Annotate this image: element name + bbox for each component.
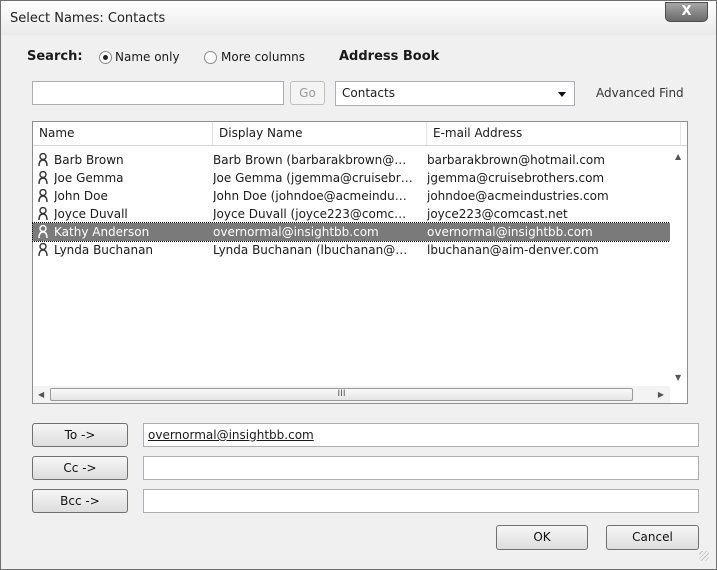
horizontal-scrollbar[interactable]: ◀ III ▶ — [33, 386, 670, 403]
scroll-left-icon[interactable]: ◀ — [38, 390, 44, 399]
cc-field[interactable] — [143, 456, 699, 480]
contact-name: Barb Brown — [54, 153, 124, 167]
horizontal-scroll-thumb[interactable]: III — [50, 388, 633, 401]
title-bar: Select Names: Contacts X — [1, 1, 716, 35]
list-item-selected[interactable]: Kathy Anderson overnormal@insightbb.com … — [32, 222, 671, 242]
cancel-button[interactable]: Cancel — [606, 525, 699, 550]
contact-name: Joe Gemma — [54, 171, 124, 185]
contact-name: John Doe — [54, 189, 108, 203]
scroll-right-icon[interactable]: ▶ — [658, 390, 664, 399]
to-button[interactable]: To -> — [32, 423, 128, 447]
contact-display-name: Lynda Buchanan (lbuchanan@… — [213, 243, 408, 257]
resize-grip-icon[interactable] — [699, 551, 709, 561]
select-names-dialog: Select Names: Contacts X Search: Name on… — [0, 0, 717, 570]
contact-name: Joyce Duvall — [54, 207, 128, 221]
contact-email: johndoe@acmeindustries.com — [427, 189, 609, 203]
contact-display-name: John Doe (johndoe@acmeindu… — [213, 189, 407, 203]
search-label: Search: — [27, 49, 83, 64]
contact-email: barbarakbrown@hotmail.com — [427, 153, 605, 167]
list-item[interactable]: John Doe John Doe (johndoe@acmeindu… joh… — [33, 187, 670, 205]
list-rows: Barb Brown Barb Brown (barbarakbrown@… b… — [32, 151, 671, 259]
contact-person-icon — [38, 225, 48, 239]
contact-person-icon — [38, 189, 48, 203]
contact-email: lbuchanan@aim-denver.com — [427, 243, 599, 257]
contact-name: Lynda Buchanan — [54, 243, 154, 257]
vertical-scrollbar[interactable]: ▲ ▼ — [670, 146, 687, 386]
chevron-down-icon — [558, 92, 566, 97]
advanced-find-link[interactable]: Advanced Find — [596, 86, 684, 100]
to-recipient[interactable]: overnormal@insightbb.com — [148, 428, 314, 442]
search-input[interactable] — [32, 81, 284, 105]
list-item[interactable]: Lynda Buchanan Lynda Buchanan (lbuchanan… — [33, 241, 670, 259]
contact-person-icon — [38, 207, 48, 221]
contacts-list[interactable]: Name Display Name E-mail Address Barb Br… — [32, 121, 688, 404]
contact-name: Kathy Anderson — [54, 225, 150, 239]
address-book-dropdown[interactable]: Contacts — [335, 81, 575, 106]
contact-person-icon — [38, 171, 48, 185]
contact-display-name: Barb Brown (barbarakbrown@… — [213, 153, 407, 167]
contact-person-icon — [38, 243, 48, 257]
list-item[interactable]: Joyce Duvall Joyce Duvall (joyce223@comc… — [33, 205, 670, 223]
contact-display-name: Joyce Duvall (joyce223@comc… — [213, 207, 407, 221]
list-item[interactable]: Barb Brown Barb Brown (barbarakbrown@… b… — [33, 151, 670, 169]
dialog-body: Search: Name only More columns Address B… — [8, 35, 711, 563]
contact-email: overnormal@insightbb.com — [427, 225, 593, 239]
more-columns-label[interactable]: More columns — [221, 50, 305, 64]
contact-display-name: overnormal@insightbb.com — [213, 225, 379, 239]
column-header-display-name[interactable]: Display Name — [213, 122, 427, 145]
more-columns-radio[interactable] — [204, 51, 217, 64]
scroll-up-icon[interactable]: ▲ — [675, 152, 681, 161]
name-only-label[interactable]: Name only — [115, 50, 180, 64]
contact-email: jgemma@cruisebrothers.com — [427, 171, 605, 185]
ok-button[interactable]: OK — [496, 525, 588, 550]
to-field[interactable]: overnormal@insightbb.com — [143, 423, 699, 447]
address-book-selected: Contacts — [342, 86, 395, 100]
list-item[interactable]: Joe Gemma Joe Gemma (jgemma@cruisebr… jg… — [33, 169, 670, 187]
column-header-name[interactable]: Name — [33, 122, 213, 145]
name-only-radio[interactable] — [99, 51, 112, 64]
list-header: Name Display Name E-mail Address — [33, 122, 687, 146]
address-book-label: Address Book — [339, 49, 440, 64]
scroll-down-icon[interactable]: ▼ — [675, 373, 681, 382]
bcc-field[interactable] — [143, 489, 699, 513]
go-button[interactable]: Go — [290, 81, 325, 105]
contact-display-name: Joe Gemma (jgemma@cruisebr… — [213, 171, 413, 185]
cc-button[interactable]: Cc -> — [32, 456, 128, 480]
contact-email: joyce223@comcast.net — [427, 207, 568, 221]
bcc-button[interactable]: Bcc -> — [32, 489, 128, 513]
column-header-email[interactable]: E-mail Address — [427, 122, 681, 145]
close-button[interactable]: X — [665, 2, 708, 22]
window-title: Select Names: Contacts — [10, 11, 166, 26]
contact-person-icon — [38, 153, 48, 167]
